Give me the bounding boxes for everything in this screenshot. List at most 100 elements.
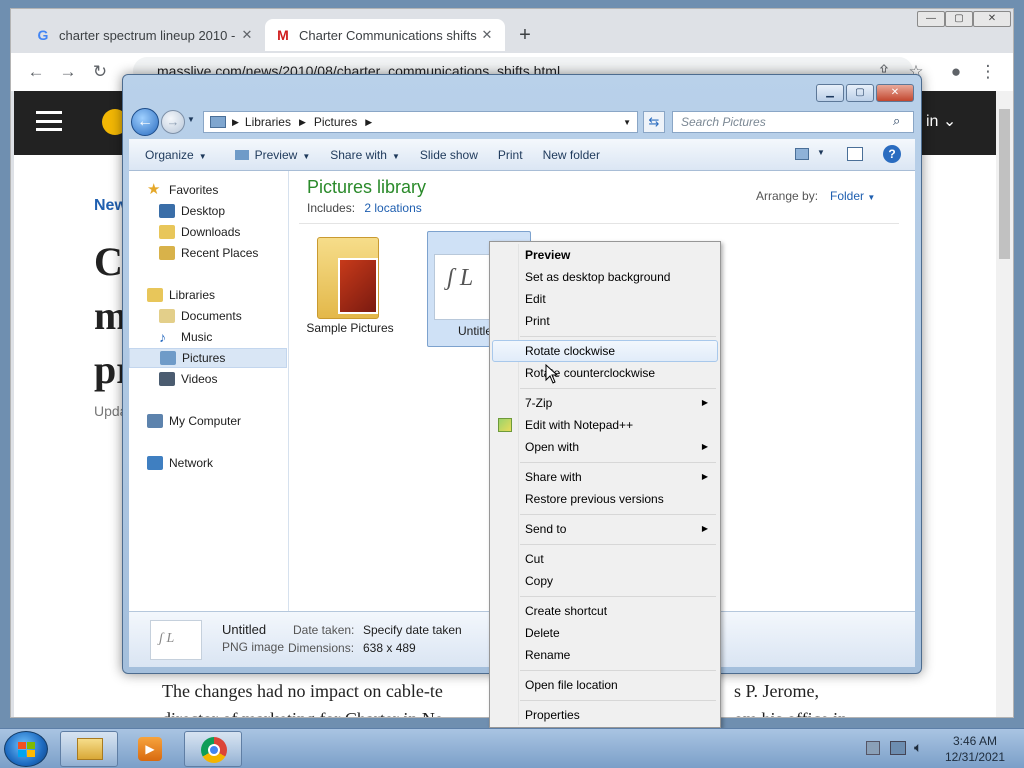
menu-kebab-icon[interactable]: ⋮ xyxy=(977,61,999,83)
chevron-down-icon[interactable]: ▼ xyxy=(817,148,825,157)
menu-item-open-file-location[interactable]: Open file location xyxy=(492,674,718,696)
arrange-by-dropdown[interactable]: Folder ▼ xyxy=(830,189,875,203)
breadcrumb-pictures[interactable]: Pictures xyxy=(314,115,357,129)
scrollbar-thumb[interactable] xyxy=(999,109,1010,259)
minimize-button[interactable]: ▁ xyxy=(816,84,844,102)
minimize-button[interactable]: — xyxy=(917,11,945,27)
page-scrollbar[interactable] xyxy=(996,91,1013,717)
back-icon[interactable]: ← xyxy=(25,61,47,83)
taskbar-chrome[interactable] xyxy=(184,731,242,767)
nav-my-computer[interactable]: My Computer xyxy=(129,411,287,431)
menu-separator xyxy=(520,670,716,671)
menu-item-rotate-clockwise[interactable]: Rotate clockwise xyxy=(492,340,718,362)
print-button[interactable]: Print xyxy=(488,148,533,162)
nav-network[interactable]: Network xyxy=(129,453,287,473)
taskbar-media-player[interactable]: ▶ xyxy=(122,731,180,767)
organize-button[interactable]: Organize ▼ xyxy=(135,148,217,162)
nav-music[interactable]: ♪ Music xyxy=(129,327,287,347)
close-icon[interactable]: ✕ xyxy=(239,27,255,43)
downloads-icon xyxy=(159,225,175,239)
context-menu: Preview Set as desktop background Edit P… xyxy=(489,241,721,728)
close-window-button[interactable]: ✕ xyxy=(876,84,914,102)
nav-pictures[interactable]: Pictures xyxy=(129,348,287,368)
recent-places-icon xyxy=(159,246,175,260)
music-icon: ♪ xyxy=(159,329,166,345)
image-thumbnail: ʃ L xyxy=(434,254,494,320)
volume-icon[interactable]: 🔈︎ xyxy=(914,739,922,756)
network-icon xyxy=(147,456,163,470)
slide-show-button[interactable]: Slide show xyxy=(410,148,488,162)
masslive-icon: M xyxy=(277,27,289,43)
tab-google-search[interactable]: G charter spectrum lineup 2010 - G ✕ xyxy=(25,19,265,51)
star-icon: ★ xyxy=(147,181,161,198)
folder-sample-pictures[interactable]: Sample Pictures xyxy=(301,233,399,345)
menu-item-properties[interactable]: Properties xyxy=(492,704,718,726)
menu-item-restore-previous-versions[interactable]: Restore previous versions xyxy=(492,488,718,510)
search-input[interactable]: Search Pictures xyxy=(672,111,914,133)
share-with-button[interactable]: Share with ▼ xyxy=(320,148,410,162)
reload-icon[interactable]: ↻ xyxy=(89,61,111,83)
menu-item-copy[interactable]: Copy xyxy=(492,570,718,592)
menu-item-delete[interactable]: Delete xyxy=(492,622,718,644)
menu-item-open-with[interactable]: Open with ▶ xyxy=(492,436,718,458)
tab-masslive[interactable]: M Charter Communications shifts T ✕ xyxy=(265,19,505,51)
profile-icon[interactable]: ● xyxy=(945,61,967,83)
menu-item-print[interactable]: Print xyxy=(492,310,718,332)
start-button[interactable] xyxy=(4,731,48,767)
chevron-right-icon: ▶ xyxy=(298,116,306,127)
forward-icon[interactable]: → xyxy=(161,110,185,134)
breadcrumb-libraries[interactable]: Libraries xyxy=(245,115,291,129)
sign-in-link[interactable]: in ⌄ xyxy=(926,111,956,131)
chevron-down-icon[interactable]: ▼ xyxy=(623,118,631,127)
date-taken-value[interactable]: Specify date taken xyxy=(363,623,462,637)
menu-item-preview[interactable]: Preview xyxy=(492,244,718,266)
address-bar[interactable]: ▶ Libraries ▶ Pictures ▶ ▼ xyxy=(203,111,638,133)
help-icon[interactable]: ? xyxy=(883,145,901,163)
menu-item-edit-notepad[interactable]: Edit with Notepad++ xyxy=(492,414,718,436)
forward-icon[interactable]: → xyxy=(57,61,79,83)
nav-documents[interactable]: Documents xyxy=(129,306,287,326)
locations-link[interactable]: 2 locations xyxy=(364,201,421,215)
menu-item-rename[interactable]: Rename xyxy=(492,644,718,666)
nav-favorites[interactable]: ★ Favorites xyxy=(129,180,287,200)
menu-item-set-desktop-background[interactable]: Set as desktop background xyxy=(492,266,718,288)
system-clock[interactable]: 3:46 AM 12/31/2021 xyxy=(935,733,1015,765)
menu-item-send-to[interactable]: Send to ▶ xyxy=(492,518,718,540)
taskbar-explorer[interactable] xyxy=(60,731,118,767)
new-folder-button[interactable]: New folder xyxy=(533,148,610,162)
preview-button[interactable]: Preview ▼ xyxy=(225,148,321,162)
preview-pane-icon[interactable] xyxy=(847,147,863,161)
recent-pages-dropdown[interactable]: ▼ xyxy=(187,115,195,124)
new-tab-button[interactable]: + xyxy=(513,23,537,47)
search-icon: ⌕ xyxy=(893,113,901,128)
menu-item-edit[interactable]: Edit xyxy=(492,288,718,310)
article-body-line: s P. Jerome, xyxy=(734,681,819,701)
change-view-icon[interactable] xyxy=(795,148,809,160)
videos-icon xyxy=(159,372,175,386)
command-bar: Organize ▼ Preview ▼ Share with ▼ Slide sho… xyxy=(129,139,915,171)
menu-item-7zip[interactable]: 7-Zip ▶ xyxy=(492,392,718,414)
menu-item-share-with[interactable]: Share with ▶ xyxy=(492,466,718,488)
tab-title: Charter Communications shifts T xyxy=(299,27,479,43)
menu-separator xyxy=(520,596,716,597)
nav-desktop[interactable]: Desktop xyxy=(129,201,287,221)
menu-item-create-shortcut[interactable]: Create shortcut xyxy=(492,600,718,622)
action-center-icon[interactable] xyxy=(866,741,880,755)
refresh-icon[interactable]: ⇆ xyxy=(643,111,665,133)
back-icon[interactable]: ← xyxy=(131,108,159,136)
nav-videos[interactable]: Videos xyxy=(129,369,287,389)
details-file-name: Untitled xyxy=(222,622,267,637)
folder-icon xyxy=(317,237,379,319)
close-window-button[interactable]: ✕ xyxy=(973,11,1011,27)
details-file-type: PNG image xyxy=(222,640,285,654)
maximize-button[interactable]: ▢ xyxy=(945,11,973,27)
network-status-icon[interactable] xyxy=(890,741,906,755)
menu-item-rotate-counterclockwise[interactable]: Rotate counterclockwise xyxy=(492,362,718,384)
menu-item-cut[interactable]: Cut xyxy=(492,548,718,570)
nav-recent-places[interactable]: Recent Places xyxy=(129,243,287,263)
maximize-button[interactable]: ▢ xyxy=(846,84,874,102)
hamburger-menu-icon[interactable] xyxy=(36,111,62,131)
nav-downloads[interactable]: Downloads xyxy=(129,222,287,242)
close-icon[interactable]: ✕ xyxy=(479,27,495,43)
nav-libraries[interactable]: Libraries xyxy=(129,285,287,305)
